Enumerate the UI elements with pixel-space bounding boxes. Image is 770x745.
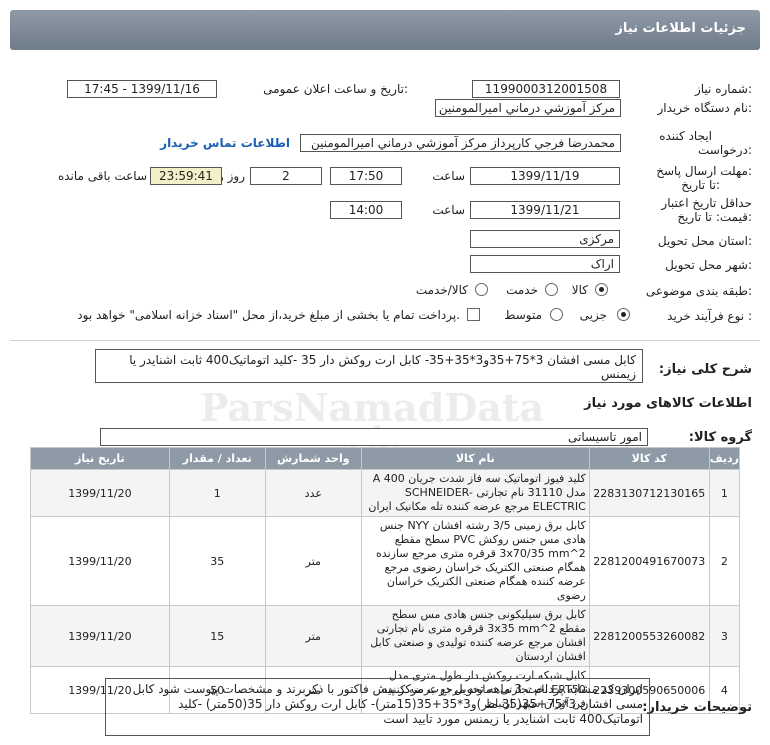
- buyer-org-label: نام دستگاه خریدار:: [657, 101, 753, 115]
- notes-field: ایران کد مشابه پرداخت 3 ماهه تحویل درب م…: [105, 678, 650, 736]
- table-header-row: ردیف کد کالا نام کالا واحد شمارش تعداد /…: [30, 447, 741, 470]
- price-validity-time-field[interactable]: 14:00: [330, 201, 402, 219]
- col-name: نام کالا: [360, 447, 590, 470]
- cell-qty: 15: [168, 605, 266, 667]
- page: ParsNamadData پارس نماد داده جزئیات اطلا…: [0, 0, 770, 745]
- cell-date: 1399/11/20: [30, 469, 170, 517]
- category-radio-goods-service[interactable]: [475, 283, 488, 296]
- category-radio-goods[interactable]: [595, 283, 608, 296]
- announce-datetime-label: تاریخ و ساعت اعلان عمومی:: [263, 82, 408, 96]
- province-label: استان محل تحویل:: [657, 234, 752, 248]
- cell-date: 1399/11/20: [30, 605, 170, 667]
- creator-label-2: درخواست:: [698, 143, 752, 157]
- creator-field[interactable]: محمدرضا فرجي کارپرداز مرکز آموزشي درماني…: [300, 134, 621, 152]
- description-label: شرح کلی نیاز:: [658, 362, 752, 377]
- announce-datetime-field[interactable]: 1399/11/16 - 17:45: [67, 80, 217, 98]
- city-field[interactable]: اراک: [470, 255, 620, 273]
- response-deadline-label-2: تا تاریخ:: [681, 178, 720, 192]
- page-header: جزئیات اطلاعات نیاز: [10, 10, 760, 50]
- response-date-field[interactable]: 1399/11/19: [470, 167, 620, 185]
- category-label: طبقه بندی موضوعی:: [645, 284, 752, 298]
- goods-table: ردیف کد کالا نام کالا واحد شمارش تعداد /…: [30, 447, 741, 714]
- remaining-time-label: ساعت باقی مانده: [57, 169, 147, 183]
- watermark-brand: ParsNamadData: [200, 385, 545, 430]
- price-validity-date-field[interactable]: 1399/11/21: [470, 201, 620, 219]
- goods-section-title: اطلاعات کالاهای مورد نیاز: [584, 396, 752, 411]
- table-row: 1 2283130712130165 کلید فیوز اتوماتیک سه…: [30, 469, 741, 517]
- page-title: جزئیات اطلاعات نیاز: [615, 21, 746, 36]
- creator-label-1: ایجاد کننده: [659, 129, 712, 143]
- col-date: تاریخ نیاز: [30, 447, 170, 470]
- response-deadline-label-1: مهلت ارسال پاسخ:: [656, 164, 752, 178]
- goods-group-field: امور تاسیساتی: [100, 428, 648, 446]
- category-option-goods: کالا: [571, 283, 588, 297]
- buyer-contact-link[interactable]: اطلاعات تماس خریدار: [160, 136, 290, 150]
- cell-name: کلید فیوز اتوماتیک سه فاز شدت جریان 400 …: [360, 469, 590, 517]
- price-validity-time-label: ساعت: [432, 203, 465, 217]
- price-validity-label-2: قیمت: تا تاریخ:: [677, 210, 752, 224]
- cell-qty: 35: [168, 516, 266, 606]
- category-radio-service[interactable]: [545, 283, 558, 296]
- process-option-minor: جزیی: [579, 308, 607, 322]
- table-row: 3 2281200553260082 کابل برق سیلیکونی جنس…: [30, 605, 741, 667]
- process-radio-medium[interactable]: [550, 308, 563, 321]
- description-field: کابل مسی افشان 3*75+35و3*35+35- کابل ارت…: [95, 349, 643, 383]
- col-qty: تعداد / مقدار: [168, 447, 266, 470]
- cell-row: 1: [708, 469, 741, 517]
- cell-unit: عدد: [264, 469, 362, 517]
- treasury-payment-note: پرداخت تمام یا بخشی از مبلغ خرید،از محل …: [77, 308, 460, 322]
- category-option-service: خدمت: [506, 283, 538, 297]
- process-radio-minor[interactable]: [617, 308, 630, 321]
- days-label: روز و: [218, 169, 245, 183]
- response-time-label: ساعت: [432, 169, 465, 183]
- cell-code: 2283130712130165: [588, 469, 710, 517]
- buyer-org-field[interactable]: مرکز آموزشي درماني اميرالمومنين: [435, 99, 621, 117]
- col-code: کد کالا: [588, 447, 710, 470]
- cell-date: 1399/11/20: [30, 516, 170, 606]
- col-unit: واحد شمارش: [264, 447, 362, 470]
- notes-label: توضیحات خریدار:: [642, 700, 752, 715]
- province-field[interactable]: مرکزی: [470, 230, 620, 248]
- need-number-label: شماره نیاز:: [694, 82, 752, 96]
- col-row: ردیف: [708, 447, 741, 470]
- category-option-goods-service: کالا/خدمت: [415, 283, 468, 297]
- process-type-label: نوع فرآیند خرید :: [667, 309, 752, 323]
- cell-name: کابل برق زمینی 3/5 رشته افشان NYY جنس ها…: [360, 516, 590, 606]
- cell-row: 3: [708, 605, 741, 667]
- cell-qty: 1: [168, 469, 266, 517]
- treasury-payment-checkbox[interactable]: [467, 308, 480, 321]
- cell-code: 2281200491670073: [588, 516, 710, 606]
- price-validity-label-1: حداقل تاریخ اعتبار: [661, 196, 752, 210]
- days-field: 2: [250, 167, 322, 185]
- response-time-field[interactable]: 17:50: [330, 167, 402, 185]
- cell-code: 2281200553260082: [588, 605, 710, 667]
- city-label: شهر محل تحویل:: [665, 258, 752, 272]
- goods-group-label: گروه کالا:: [688, 430, 752, 445]
- cell-unit: متر: [264, 605, 362, 667]
- cell-unit: متر: [264, 516, 362, 606]
- need-number-field[interactable]: 1199000312001508: [472, 80, 620, 98]
- cell-name: کابل برق سیلیکونی جنس هادی مس سطح مقطع 3…: [360, 605, 590, 667]
- divider: [10, 340, 760, 341]
- remaining-time-field: 23:59:41: [150, 167, 222, 185]
- table-row: 2 2281200491670073 کابل برق زمینی 3/5 رش…: [30, 516, 741, 606]
- process-option-medium: متوسط: [504, 308, 542, 322]
- cell-row: 2: [708, 516, 741, 606]
